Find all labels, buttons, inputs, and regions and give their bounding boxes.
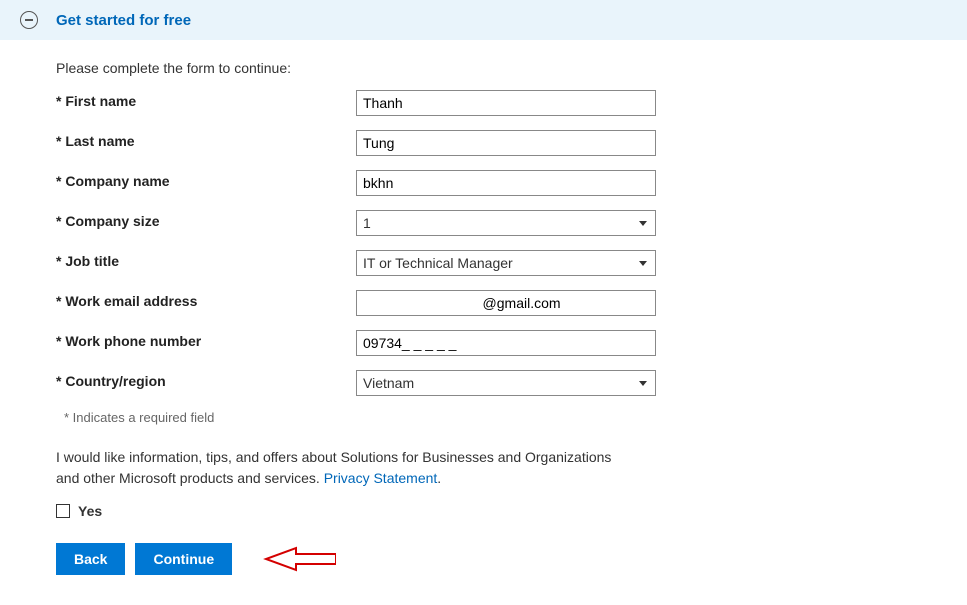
job-title-select[interactable]: IT or Technical Manager: [356, 250, 656, 276]
first-name-label: * First name: [56, 90, 356, 109]
back-button[interactable]: Back: [56, 543, 125, 575]
header-banner: Get started for free: [0, 0, 967, 40]
chevron-down-icon: [639, 261, 647, 266]
chevron-down-icon: [639, 221, 647, 226]
company-size-select[interactable]: 1: [356, 210, 656, 236]
job-title-value: IT or Technical Manager: [363, 255, 513, 271]
consent-checkbox[interactable]: [56, 504, 70, 518]
consent-period: .: [437, 470, 441, 486]
required-note: * Indicates a required field: [64, 410, 967, 425]
company-name-label: * Company name: [56, 170, 356, 189]
last-name-label: * Last name: [56, 130, 356, 149]
continue-button[interactable]: Continue: [135, 543, 232, 575]
consent-text: I would like information, tips, and offe…: [56, 447, 616, 489]
job-title-label: * Job title: [56, 250, 356, 269]
chevron-down-icon: [639, 381, 647, 386]
country-value: Vietnam: [363, 375, 414, 391]
consent-checkbox-label: Yes: [78, 503, 102, 519]
country-select[interactable]: Vietnam: [356, 370, 656, 396]
last-name-input[interactable]: [356, 130, 656, 156]
first-name-input[interactable]: [356, 90, 656, 116]
banner-title: Get started for free: [56, 12, 191, 29]
form-content: Please complete the form to continue: * …: [0, 40, 967, 605]
work-email-input[interactable]: [356, 290, 656, 316]
work-phone-input[interactable]: [356, 330, 656, 356]
work-email-label: * Work email address: [56, 290, 356, 309]
work-phone-label: * Work phone number: [56, 330, 356, 349]
country-label: * Country/region: [56, 370, 356, 389]
privacy-link[interactable]: Privacy Statement: [324, 470, 438, 486]
collapse-icon[interactable]: [20, 11, 38, 29]
instruction-text: Please complete the form to continue:: [56, 60, 967, 76]
company-size-label: * Company size: [56, 210, 356, 229]
company-name-input[interactable]: [356, 170, 656, 196]
company-size-value: 1: [363, 215, 371, 231]
